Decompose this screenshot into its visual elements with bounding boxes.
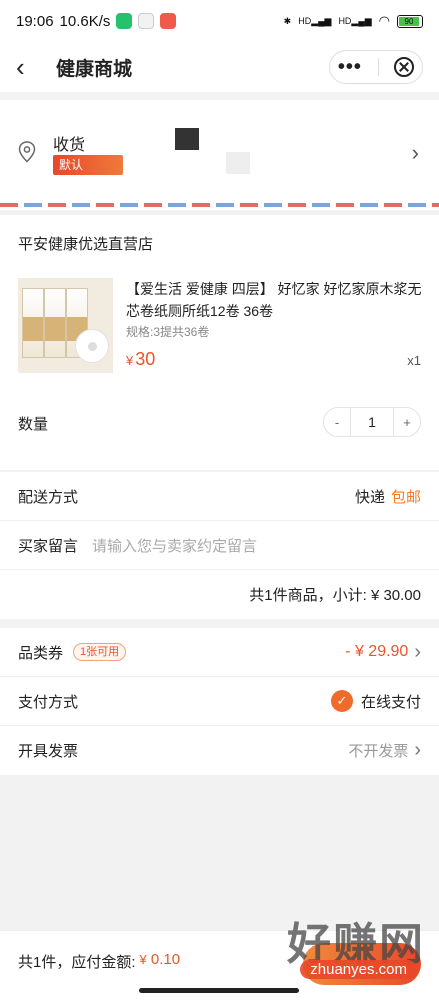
- address-border-divider: [0, 203, 439, 207]
- coupon-discount: - ¥ 29.90: [345, 643, 409, 660]
- nav-bar: ‹ 健康商城 •••: [0, 42, 439, 92]
- app-notification-icon: [160, 13, 177, 29]
- status-speed: 10.6K/s: [59, 12, 111, 30]
- coupon-row[interactable]: 品类券 1张可用 - ¥ 29.90 ›: [0, 628, 439, 677]
- payment-method-row: 支付方式 ✓ 在线支付: [0, 677, 439, 726]
- increment-button[interactable]: +: [394, 415, 420, 430]
- subtotal-text: 共1件商品，小计: ¥ 30.00: [249, 587, 421, 604]
- status-bar: 19:06 10.6K/s ✱ HD▂▄▆ HD▂▄▆ ◠ 90: [0, 0, 439, 42]
- signal-2-icon: HD▂▄▆: [338, 15, 372, 26]
- status-time: 19:06: [16, 12, 54, 30]
- signal-icon: HD▂▄▆: [298, 15, 332, 26]
- more-dots-icon[interactable]: •••: [338, 57, 362, 77]
- coupon-available-badge: 1张可用: [73, 643, 127, 661]
- shop-name: 平安健康优选直营店: [18, 236, 154, 253]
- capsule-divider: [377, 58, 379, 76]
- quantity-stepper: - 1 +: [323, 407, 421, 437]
- buyer-note-label: 买家留言: [18, 537, 79, 555]
- subtotal-row: 共1件商品，小计: ¥ 30.00: [0, 570, 439, 619]
- payment-method-value: 在线支付: [360, 693, 421, 711]
- location-pin-icon: [18, 141, 36, 163]
- watermark-url: zhuanyes.com: [300, 960, 417, 979]
- product-count: x1: [407, 353, 421, 368]
- address-card[interactable]: 收货 默认 ›: [0, 100, 439, 210]
- shop-section: 平安健康优选直营店 【爱生活 爱健康 四层】 好忆家 好忆家原木浆无芯卷纸厕所纸…: [0, 215, 439, 470]
- page-title: 健康商城: [56, 58, 133, 80]
- invoice-row[interactable]: 开具发票 不开发票 ›: [0, 726, 439, 775]
- payment-section: 品类券 1张可用 - ¥ 29.90 › 支付方式 ✓ 在线支付 开具发票 不开…: [0, 628, 439, 775]
- delivery-label: 配送方式: [18, 488, 79, 506]
- redacted-block: [226, 152, 250, 174]
- chevron-right-icon[interactable]: ›: [412, 140, 419, 166]
- invoice-label: 开具发票: [18, 743, 79, 760]
- coupon-label: 品类券: [18, 644, 64, 662]
- product-spec: 规格:3提共36卷: [126, 325, 210, 339]
- decrement-button[interactable]: -: [324, 415, 350, 430]
- payment-method-label: 支付方式: [18, 693, 79, 711]
- battery-icon: 90: [397, 14, 423, 28]
- product-price: ¥30: [126, 349, 156, 369]
- quantity-value[interactable]: 1: [350, 408, 394, 436]
- invoice-value: 不开发票: [348, 743, 409, 760]
- mini-program-capsule: •••: [329, 50, 423, 84]
- chevron-right-icon[interactable]: ›: [414, 641, 421, 664]
- default-address-badge: 默认: [53, 155, 123, 175]
- close-circle-icon[interactable]: [394, 57, 415, 77]
- product-title[interactable]: 【爱生活 爱健康 四层】 好忆家 好忆家原木浆无芯卷纸厕所纸12卷 36卷: [126, 278, 426, 322]
- buyer-note-input[interactable]: 请输入您与卖家约定留言: [92, 535, 257, 556]
- product-image[interactable]: [18, 278, 113, 373]
- delivery-value: 快递: [354, 488, 385, 506]
- receiver-label: 收货: [53, 137, 86, 154]
- free-shipping-badge: 包邮: [390, 488, 421, 506]
- check-icon[interactable]: ✓: [330, 690, 353, 712]
- wifi-icon: ◠: [378, 13, 390, 28]
- wechat-icon: [116, 13, 133, 29]
- quantity-label: 数量: [18, 416, 49, 433]
- order-details: 配送方式 快递 包邮 买家留言 请输入您与卖家约定留言 共1件商品，小计: ¥ …: [0, 472, 439, 619]
- qq-icon: [138, 13, 155, 29]
- checkout-summary: 共1件，应付金额:: [18, 954, 136, 971]
- chevron-right-icon[interactable]: ›: [414, 739, 421, 762]
- delivery-row: 配送方式 快递 包邮: [0, 472, 439, 521]
- payable-amount: ¥ 0.10: [139, 951, 181, 968]
- buyer-note-row: 买家留言 请输入您与卖家约定留言: [0, 521, 439, 570]
- redacted-block: [175, 128, 199, 150]
- chevron-left-icon[interactable]: ‹: [16, 52, 46, 83]
- bluetooth-icon: ✱: [283, 15, 292, 26]
- home-indicator[interactable]: [139, 988, 299, 993]
